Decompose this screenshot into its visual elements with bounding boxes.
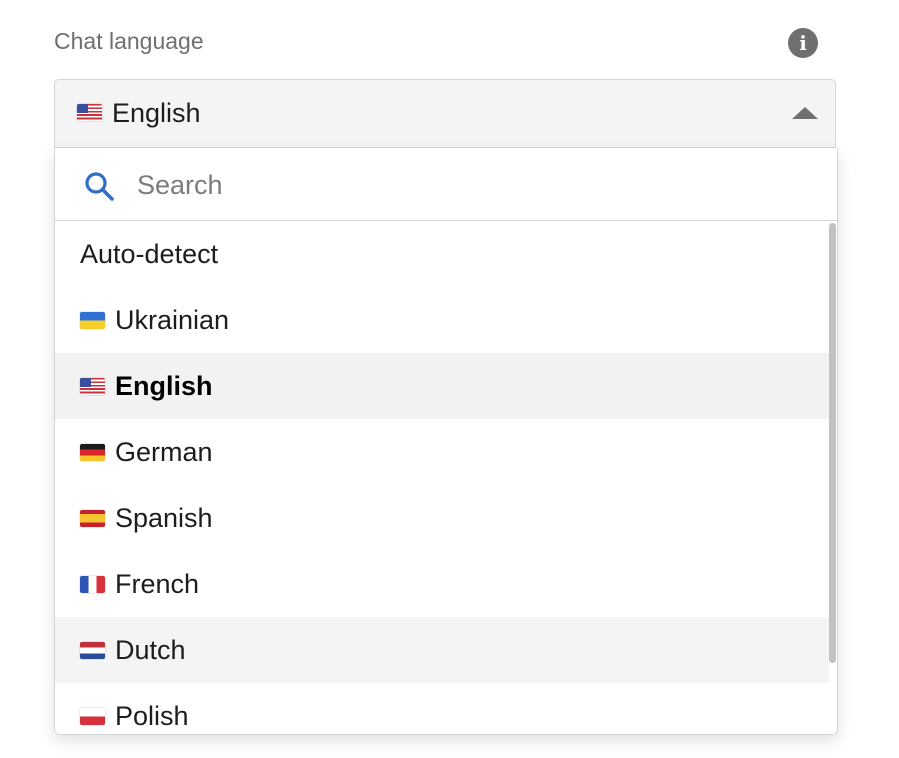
option-label: French xyxy=(115,568,200,599)
option-french[interactable]: French xyxy=(55,551,829,617)
option-german[interactable]: German xyxy=(55,419,829,485)
option-label: Auto-detect xyxy=(80,238,219,269)
spain-flag-icon xyxy=(80,509,105,527)
ukraine-flag-icon xyxy=(80,311,105,329)
option-polish[interactable]: Polish xyxy=(55,683,829,734)
option-auto-detect[interactable]: Auto-detect xyxy=(55,221,829,287)
us-flag-icon xyxy=(77,104,102,121)
option-dutch[interactable]: Dutch xyxy=(55,617,829,683)
search-input[interactable] xyxy=(135,162,799,208)
selected-language: English xyxy=(112,98,201,128)
language-dropdown: Auto-detect Ukrainian English German Spa… xyxy=(54,148,838,735)
option-label: Polish xyxy=(115,700,189,731)
germany-flag-icon xyxy=(80,443,105,461)
scrollbar-thumb[interactable] xyxy=(829,223,836,663)
poland-flag-icon xyxy=(80,707,105,725)
option-spanish[interactable]: Spanish xyxy=(55,485,829,551)
option-label: Dutch xyxy=(115,634,186,665)
caret-up-icon[interactable] xyxy=(792,107,818,119)
option-label: Spanish xyxy=(115,502,213,533)
search-icon xyxy=(85,172,114,201)
chat-language-label: Chat language xyxy=(54,28,204,54)
search-row xyxy=(55,148,837,221)
options-list: Auto-detect Ukrainian English German Spa… xyxy=(55,221,837,734)
netherlands-flag-icon xyxy=(80,641,105,659)
option-label: German xyxy=(115,436,213,467)
language-select[interactable]: English xyxy=(54,79,836,148)
us-flag-icon xyxy=(80,377,105,395)
france-flag-icon xyxy=(80,575,105,593)
scrollbar[interactable] xyxy=(827,221,837,734)
option-label: English xyxy=(115,370,213,401)
option-ukrainian[interactable]: Ukrainian xyxy=(55,287,829,353)
option-english[interactable]: English xyxy=(55,353,829,419)
option-label: Ukrainian xyxy=(115,304,230,335)
info-icon[interactable]: i xyxy=(788,28,818,58)
